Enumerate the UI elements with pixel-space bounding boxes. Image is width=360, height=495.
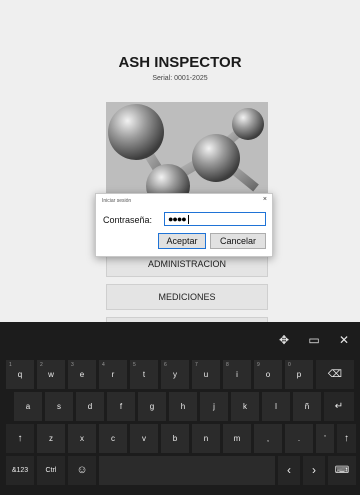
- key-g[interactable]: g: [138, 392, 166, 421]
- password-field[interactable]: ●●●●: [164, 212, 266, 226]
- symbols-key[interactable]: &123: [6, 456, 34, 485]
- key-a[interactable]: a: [14, 392, 42, 421]
- key-r[interactable]: 4r: [99, 360, 127, 389]
- app-serial: Serial: 0001-2025: [152, 75, 208, 82]
- login-dialog: Iniciar sesión × Contraseña: ●●●● Acepta…: [95, 193, 273, 257]
- key-i[interactable]: 8i: [223, 360, 251, 389]
- mediciones-button[interactable]: MEDICIONES: [106, 284, 268, 310]
- backspace-key[interactable]: ⌫: [316, 360, 354, 389]
- key-b[interactable]: b: [161, 424, 189, 453]
- password-value: ●●●●: [168, 214, 187, 224]
- key-m[interactable]: m: [223, 424, 251, 453]
- key-hint: 9: [257, 362, 260, 368]
- key-hint: 3: [71, 362, 74, 368]
- key-n-tilde[interactable]: ñ: [293, 392, 321, 421]
- key-e[interactable]: 3e: [68, 360, 96, 389]
- dock-icon[interactable]: ▭: [304, 330, 324, 350]
- key-hint: 4: [102, 362, 105, 368]
- dialog-title: Iniciar sesión: [102, 198, 132, 204]
- key-j[interactable]: j: [200, 392, 228, 421]
- key-label: w: [48, 370, 54, 379]
- close-keyboard-icon[interactable]: ✕: [334, 330, 354, 350]
- key-f[interactable]: f: [107, 392, 135, 421]
- key-x[interactable]: x: [68, 424, 96, 453]
- key-q[interactable]: 1q: [6, 360, 34, 389]
- key-label: t: [142, 370, 146, 379]
- text-caret: [187, 215, 189, 225]
- emoji-key[interactable]: ☺: [68, 456, 96, 485]
- key-s[interactable]: s: [45, 392, 73, 421]
- key-c[interactable]: c: [99, 424, 127, 453]
- key-hint: 5: [133, 362, 136, 368]
- key-label: u: [203, 370, 209, 379]
- close-icon[interactable]: ×: [263, 196, 267, 203]
- arrow-left-key[interactable]: ‹: [278, 456, 300, 485]
- move-icon[interactable]: ✥: [274, 330, 294, 350]
- key-label: p: [296, 370, 302, 379]
- key-h[interactable]: h: [169, 392, 197, 421]
- key-label: e: [79, 370, 85, 379]
- space-key[interactable]: [99, 456, 275, 485]
- password-label: Contraseña:: [103, 215, 153, 225]
- key-comma[interactable]: ,: [254, 424, 282, 453]
- shift-right-key[interactable]: ↑: [337, 424, 356, 453]
- key-label: o: [265, 370, 271, 379]
- key-t[interactable]: 5t: [130, 360, 158, 389]
- key-u[interactable]: 7u: [192, 360, 220, 389]
- key-w[interactable]: 2w: [37, 360, 65, 389]
- accept-button[interactable]: Aceptar: [158, 233, 206, 249]
- key-y[interactable]: 6y: [161, 360, 189, 389]
- key-n[interactable]: n: [192, 424, 220, 453]
- arrow-right-key[interactable]: ›: [303, 456, 325, 485]
- app-title: ASH INSPECTOR: [118, 54, 242, 71]
- keyboard-layout-key[interactable]: ⌨: [328, 456, 356, 485]
- key-label: i: [236, 370, 238, 379]
- key-hint: 7: [195, 362, 198, 368]
- molecule-logo: [106, 102, 268, 206]
- enter-key[interactable]: ↵: [324, 392, 354, 421]
- key-d[interactable]: d: [76, 392, 104, 421]
- key-hint: 8: [226, 362, 229, 368]
- touch-keyboard: ✥ ▭ ✕ 1q 2w 3e 4r 5t 6y 7u 8i 9o 0p ⌫ a …: [0, 322, 360, 495]
- key-label: r: [111, 370, 115, 379]
- key-hint: 6: [164, 362, 167, 368]
- key-p[interactable]: 0p: [285, 360, 313, 389]
- key-z[interactable]: z: [37, 424, 65, 453]
- key-k[interactable]: k: [231, 392, 259, 421]
- key-label: y: [173, 370, 177, 379]
- key-apostrophe[interactable]: ': [316, 424, 334, 453]
- key-hint: 2: [40, 362, 43, 368]
- key-l[interactable]: l: [262, 392, 290, 421]
- key-label: q: [17, 370, 23, 379]
- shift-key[interactable]: ↑: [6, 424, 34, 453]
- key-v[interactable]: v: [130, 424, 158, 453]
- key-hint: 0: [288, 362, 291, 368]
- key-o[interactable]: 9o: [254, 360, 282, 389]
- cancel-button[interactable]: Cancelar: [210, 233, 266, 249]
- ctrl-key[interactable]: Ctrl: [37, 456, 65, 485]
- key-period[interactable]: .: [285, 424, 313, 453]
- key-hint: 1: [9, 362, 12, 368]
